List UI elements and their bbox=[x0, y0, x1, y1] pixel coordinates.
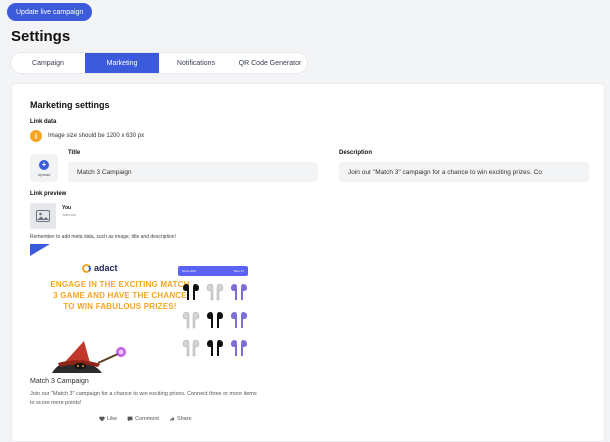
image-size-info: i Image size should be 1200 x 630 px bbox=[30, 130, 144, 142]
earbud-icon bbox=[182, 339, 200, 357]
meta-data-reminder: Remember to add meta data, such as image… bbox=[30, 234, 176, 240]
section-title: Marketing settings bbox=[30, 100, 110, 110]
decorative-wedge bbox=[30, 244, 50, 256]
earbud-icon bbox=[183, 284, 199, 300]
share-label: Share bbox=[176, 416, 192, 422]
earbud-icon bbox=[206, 283, 224, 301]
post-title: Match 3 Campaign bbox=[30, 378, 89, 385]
comment-label: Comment bbox=[135, 416, 159, 422]
game-score: Score 400 bbox=[182, 269, 196, 273]
link-preview-image: adact ENGAGE IN THE EXCITING MATCH 3 GAM… bbox=[30, 257, 260, 373]
title-input[interactable]: Match 3 Campaign bbox=[68, 162, 318, 182]
share-button[interactable]: Share bbox=[169, 416, 192, 422]
tab-notifications[interactable]: Notifications bbox=[159, 53, 233, 73]
brand-name: adact bbox=[94, 263, 118, 273]
upload-image-button[interactable]: + Upload bbox=[30, 154, 58, 182]
upload-label: Upload bbox=[37, 171, 51, 177]
earbud-icon bbox=[182, 311, 200, 329]
tab-qr-code-generator[interactable]: QR Code Generator bbox=[233, 53, 307, 73]
settings-tabs: Campaign Marketing Notifications QR Code… bbox=[11, 53, 307, 73]
image-placeholder-icon bbox=[36, 210, 50, 222]
update-live-campaign-button[interactable]: Update live campaign bbox=[7, 3, 93, 21]
share-icon bbox=[169, 416, 175, 422]
brand-logo: adact bbox=[82, 263, 118, 273]
earbud-icon bbox=[207, 312, 223, 328]
preview-timestamp: Just now bbox=[62, 213, 76, 217]
earbud-icon bbox=[207, 340, 223, 356]
avatar bbox=[30, 203, 56, 229]
page-title: Settings bbox=[11, 28, 71, 45]
link-preview-label: Link preview bbox=[30, 191, 67, 197]
comment-icon bbox=[127, 416, 133, 422]
tab-campaign[interactable]: Campaign bbox=[11, 53, 85, 73]
earbud-icon bbox=[231, 340, 247, 356]
plus-icon: + bbox=[39, 159, 49, 170]
game-grid bbox=[182, 282, 248, 358]
title-label: Title bbox=[68, 150, 81, 156]
like-button[interactable]: Like bbox=[99, 416, 117, 422]
link-data-label: Link data bbox=[30, 119, 57, 125]
like-label: Like bbox=[107, 416, 118, 422]
post-actions: Like Comment Share bbox=[99, 416, 192, 422]
game-status-bar: Score 400 Time 37 bbox=[178, 266, 248, 276]
info-icon: i bbox=[30, 130, 42, 142]
game-board-preview: Score 400 Time 37 bbox=[178, 266, 248, 370]
post-description: Join our "Match 3" campaign for a chance… bbox=[30, 391, 257, 406]
heart-icon bbox=[99, 416, 105, 422]
description-input[interactable]: Join our "Match 3" campaign for a chance… bbox=[339, 162, 589, 182]
tab-marketing[interactable]: Marketing bbox=[85, 53, 159, 73]
comment-button[interactable]: Comment bbox=[127, 416, 159, 422]
campaign-headline: ENGAGE IN THE EXCITING MATCH 3 GAME AND … bbox=[50, 280, 190, 311]
earbud-icon bbox=[231, 284, 247, 300]
description-label: Description bbox=[339, 150, 373, 156]
adact-logo-icon bbox=[82, 263, 91, 273]
info-text: Image size should be 1200 x 630 px bbox=[48, 133, 145, 139]
wizard-illustration bbox=[52, 341, 126, 373]
game-time: Time 37 bbox=[233, 269, 244, 273]
preview-author: You bbox=[62, 205, 72, 211]
earbud-icon bbox=[231, 312, 247, 328]
